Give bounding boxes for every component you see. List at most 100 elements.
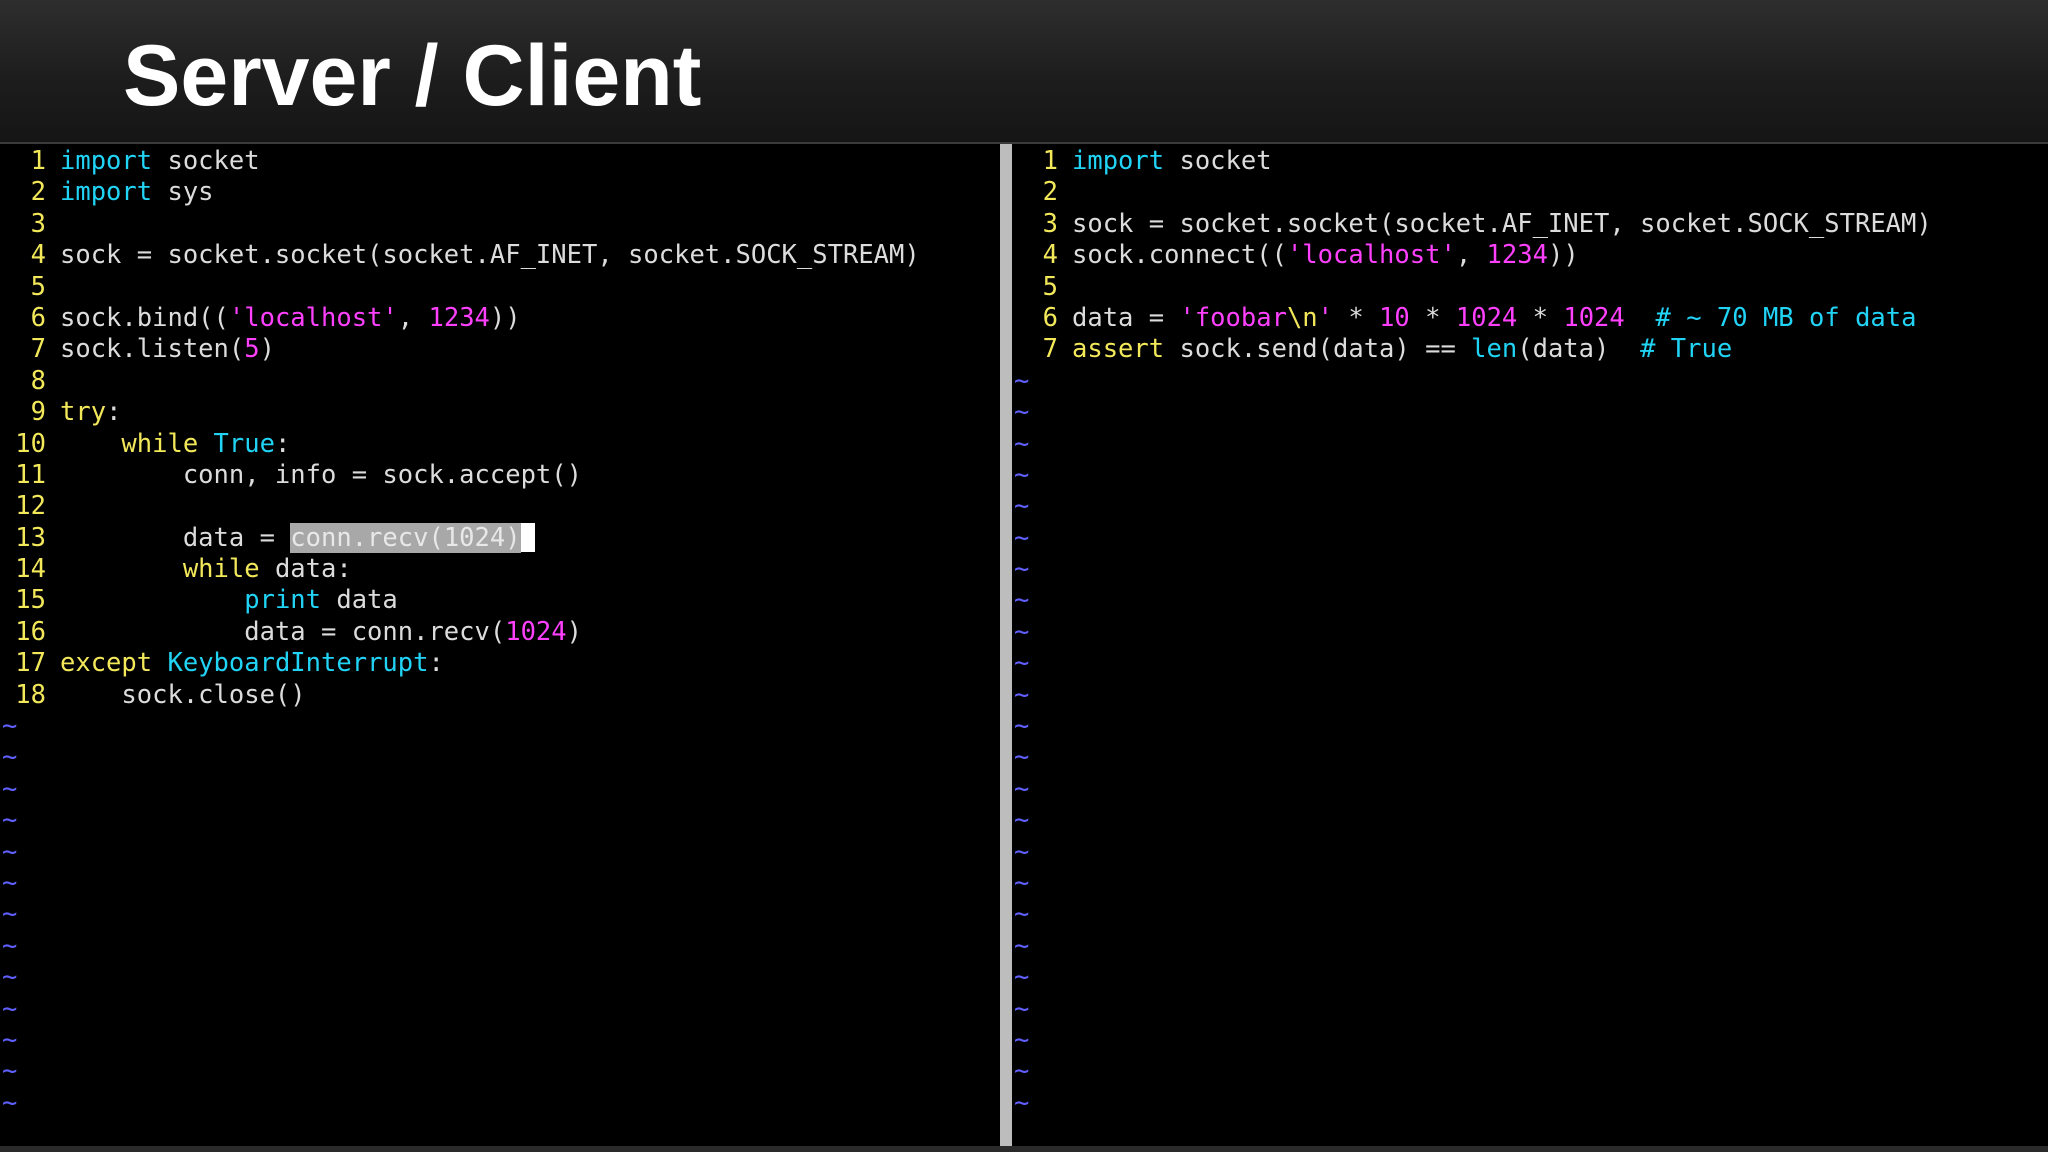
code-token: , — [1455, 240, 1487, 271]
code-token: len — [1471, 334, 1518, 365]
code-line[interactable]: 12 — [0, 491, 1000, 522]
code-token: # True — [1640, 334, 1733, 365]
bottom-edge — [0, 1146, 2048, 1152]
code-token: 5 — [244, 334, 260, 365]
empty-buffer-line: ~ — [1012, 805, 2048, 836]
code-token: \n — [1286, 302, 1318, 333]
code-line[interactable]: 14 while data: — [0, 554, 1000, 585]
empty-buffer-line: ~ — [1012, 585, 2048, 616]
code-token: ) — [566, 616, 582, 647]
tilde-marker: ~ — [1014, 742, 1030, 773]
empty-buffer-line: ~ — [1012, 491, 2048, 522]
code-token: assert — [1072, 334, 1165, 365]
code-token: * — [1333, 302, 1380, 333]
code-token: )) — [1547, 240, 1579, 271]
code-token: while — [182, 554, 260, 585]
server-editor-pane[interactable]: 1 import socket 2 import sys 3 4 sock = socket… — [0, 144, 1000, 1146]
code-token: try — [60, 397, 107, 428]
empty-buffer-line: ~ — [0, 899, 1000, 930]
code-line[interactable]: 17 except KeyboardInterrupt: — [0, 648, 1000, 679]
tilde-marker: ~ — [2, 773, 18, 804]
tilde-marker: ~ — [2, 867, 18, 898]
code-token: data = — [1072, 302, 1180, 333]
tilde-marker: ~ — [1014, 365, 1030, 396]
empty-buffer-line: ~ — [1012, 1088, 2048, 1119]
code-line[interactable]: 18 sock.close() — [0, 680, 1000, 711]
code-token: conn, info = sock.accept() — [60, 459, 582, 490]
client-editor-pane[interactable]: 1 import socket 2 3 sock = socket.socket(soc… — [1012, 144, 2048, 1146]
empty-buffer-line: ~ — [0, 868, 1000, 899]
tilde-marker: ~ — [1014, 899, 1030, 930]
tilde-marker: ~ — [2, 962, 18, 993]
tilde-marker: ~ — [1014, 805, 1030, 836]
line-number: 3 — [1042, 208, 1058, 239]
selected-code-token: conn.recv( — [290, 522, 444, 553]
code-token: sock.listen( — [60, 334, 245, 365]
code-line[interactable]: 2 import sys — [0, 177, 1000, 208]
code-line[interactable]: 2 — [1012, 177, 2048, 208]
code-line[interactable]: 5 — [0, 272, 1000, 303]
code-line[interactable]: 10 while True: — [0, 429, 1000, 460]
server-code-lines: 1 import socket 2 import sys 3 4 sock = socket… — [0, 146, 1000, 1119]
code-token: : — [274, 428, 291, 459]
tilde-marker: ~ — [2, 899, 18, 930]
code-token: ' — [1317, 302, 1334, 333]
code-line[interactable]: 1 import socket — [1012, 146, 2048, 177]
slide-title: Server / Client — [123, 28, 702, 124]
code-token: 1024 — [1455, 302, 1518, 333]
tilde-marker: ~ — [2, 1087, 18, 1118]
code-line[interactable]: 8 — [0, 366, 1000, 397]
code-token: data = — [60, 522, 291, 553]
empty-buffer-line: ~ — [0, 1056, 1000, 1087]
code-token: KeyboardInterrupt — [167, 648, 429, 679]
line-number: 6 — [30, 302, 46, 333]
tilde-marker: ~ — [2, 836, 18, 867]
code-line[interactable]: 11 conn, info = sock.accept() — [0, 460, 1000, 491]
code-line[interactable]: 3 sock = socket.socket(socket.AF_INET, so… — [1012, 209, 2048, 240]
empty-buffer-line: ~ — [0, 742, 1000, 773]
tilde-marker: ~ — [1014, 1024, 1030, 1055]
code-line[interactable]: 16 data = conn.recv(1024) — [0, 617, 1000, 648]
line-number: 15 — [15, 585, 46, 616]
empty-buffer-line: ~ — [1012, 994, 2048, 1025]
code-token: 1234 — [1486, 240, 1548, 271]
code-token: sock.send(data) == — [1164, 334, 1472, 365]
code-line[interactable]: 15 print data — [0, 585, 1000, 616]
tilde-marker: ~ — [1014, 836, 1030, 867]
code-line[interactable]: 5 — [1012, 272, 2048, 303]
tilde-marker: ~ — [1014, 1087, 1030, 1118]
line-number: 7 — [30, 334, 46, 365]
empty-buffer-line: ~ — [0, 774, 1000, 805]
code-line[interactable]: 13 data = conn.recv(1024) — [0, 522, 1000, 554]
code-line[interactable]: 9 try: — [0, 397, 1000, 428]
empty-buffer-line: ~ — [1012, 711, 2048, 742]
code-line[interactable]: 4 sock = socket.socket(socket.AF_INET, so… — [0, 240, 1000, 271]
tilde-marker: ~ — [1014, 648, 1030, 679]
code-line[interactable]: 6 data = 'foobar\n' * 10 * 1024 * 1024 # … — [1012, 303, 2048, 334]
code-token: True — [213, 428, 275, 459]
code-token: sock = socket.socket(socket.AF_INET, soc… — [1072, 208, 1932, 239]
slide: Server / Client 1 import socket 2 import sy… — [0, 0, 2048, 1152]
code-token: import — [60, 177, 153, 208]
line-number: 5 — [1042, 271, 1058, 302]
code-line[interactable]: 1 import socket — [0, 146, 1000, 177]
code-line[interactable]: 3 — [0, 209, 1000, 240]
vertical-split-divider[interactable] — [1000, 144, 1012, 1146]
line-number: 2 — [1042, 177, 1058, 208]
code-line[interactable]: 7 sock.listen(5) — [0, 334, 1000, 365]
code-token: 'localhost' — [1286, 240, 1456, 271]
empty-buffer-line: ~ — [1012, 523, 2048, 554]
code-token: * — [1409, 302, 1456, 333]
code-line[interactable]: 4 sock.connect(('localhost', 1234)) — [1012, 240, 2048, 271]
line-number: 6 — [1042, 302, 1058, 333]
line-number: 18 — [15, 679, 46, 710]
line-number: 1 — [30, 146, 46, 176]
empty-buffer-line: ~ — [1012, 680, 2048, 711]
code-line[interactable]: 6 sock.bind(('localhost', 1234)) — [0, 303, 1000, 334]
code-token: sock = socket.socket(socket.AF_INET, soc… — [60, 240, 920, 271]
empty-buffer-line: ~ — [1012, 837, 2048, 868]
code-token: sock.close() — [60, 679, 306, 710]
code-token: 1024 — [1563, 302, 1625, 333]
code-line[interactable]: 7 assert sock.send(data) == len(data) # T… — [1012, 334, 2048, 365]
